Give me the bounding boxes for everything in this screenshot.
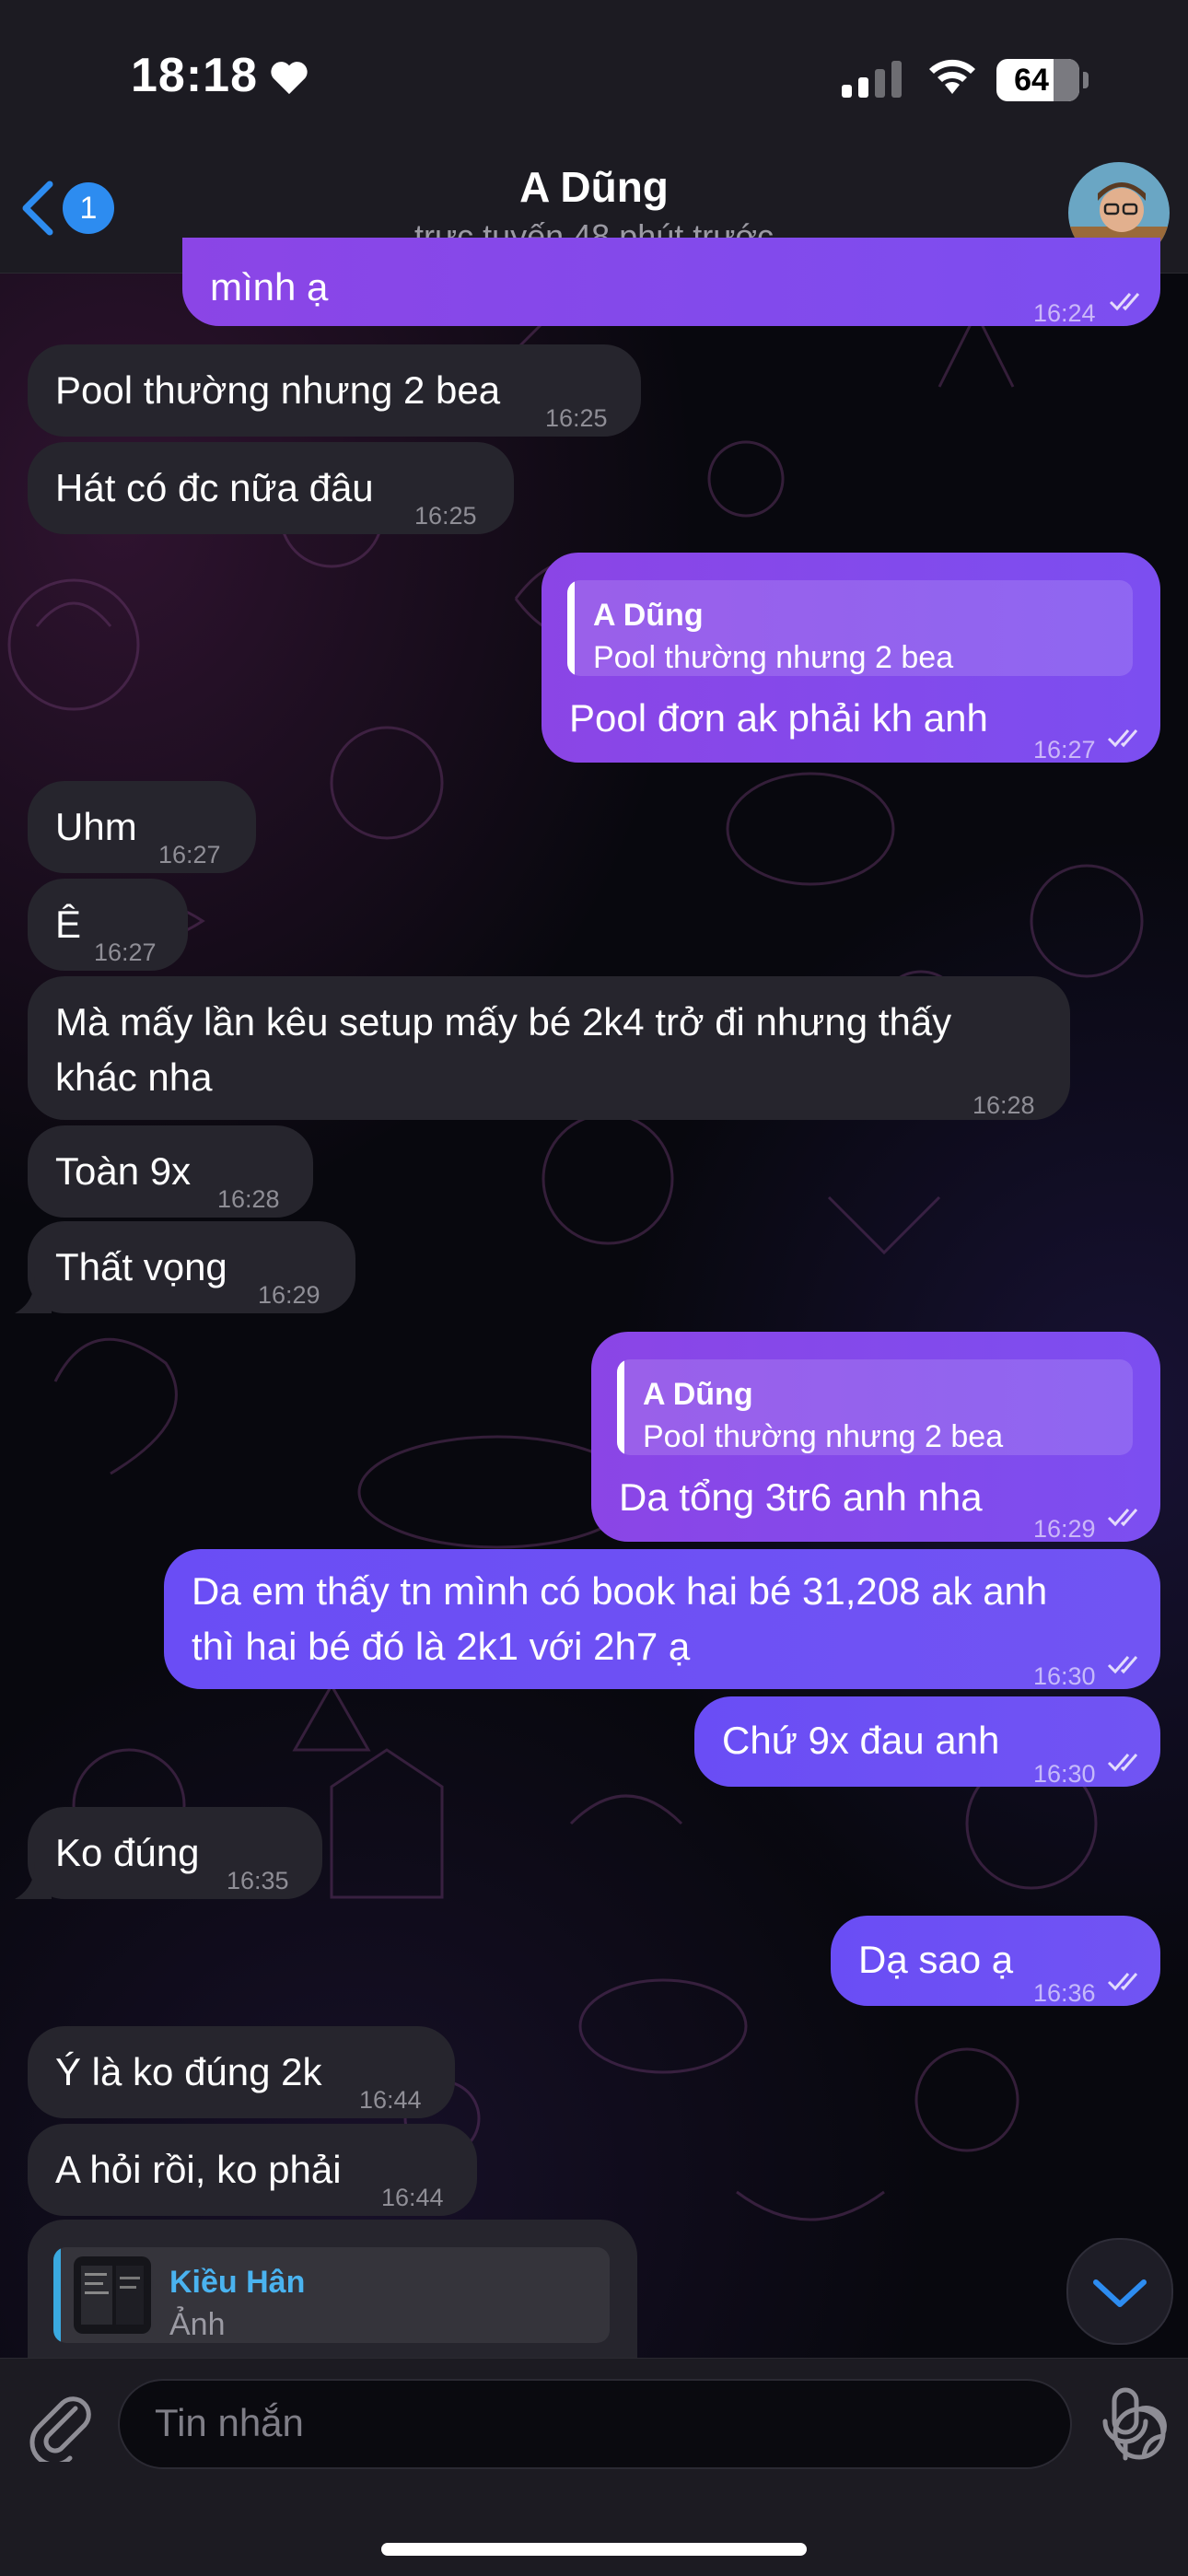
message-bubble-incoming[interactable]: Pool thường nhưng 2 bea 16:25 <box>28 344 641 437</box>
message-bubble-outgoing[interactable]: Chứ 9x đau anh 16:30 <box>694 1696 1160 1788</box>
read-checkmarks-icon <box>1107 1754 1138 1772</box>
message-bubble-outgoing[interactable]: mình ạ 16:24 <box>182 238 1160 327</box>
message-text: Da tổng 3tr6 anh nha <box>619 1475 983 1519</box>
message-bubble-incoming[interactable]: Uhm 16:27 <box>28 781 256 873</box>
message-text: Uhm <box>55 805 137 848</box>
message-text: Ý là ko đúng 2k <box>55 2050 322 2093</box>
cellular-signal-icon <box>842 61 902 98</box>
bubble-tail <box>15 1276 52 1313</box>
message-text: Hát có đc nữa đâu <box>55 466 374 509</box>
status-bar: 18:18 64 <box>0 0 1188 147</box>
message-text-line2: khác nha <box>55 1055 213 1099</box>
microphone-icon[interactable] <box>1098 2386 1153 2464</box>
message-text: Thất vọng <box>55 1245 227 1288</box>
battery-tip <box>1083 72 1089 88</box>
home-indicator <box>381 2543 807 2556</box>
message-input[interactable]: Tin nhắn <box>118 2379 1167 2469</box>
wifi-icon <box>929 59 975 94</box>
message-time: 16:27 <box>1033 736 1096 763</box>
chevron-down-icon <box>1093 2279 1147 2307</box>
message-time: 16:25 <box>414 502 477 530</box>
message-text-line2: thì hai bé đó là 2k1 với 2h7 ạ <box>192 1625 691 1668</box>
message-bubble-incoming[interactable]: Ko đúng 16:35 <box>15 1807 322 1899</box>
message-text: Toàn 9x <box>55 1149 192 1193</box>
reply-accent-bar <box>617 1359 624 1455</box>
message-time: 16:36 <box>1033 1979 1096 2007</box>
message-text: Ê <box>55 903 82 946</box>
reply-text: Pool thường nhưng 2 bea <box>643 1419 1004 1454</box>
reply-preview[interactable]: A Dũng Pool thường nhưng 2 bea <box>617 1359 1133 1455</box>
read-checkmarks-icon <box>1107 729 1138 748</box>
message-time: 16:25 <box>545 404 608 432</box>
reply-text: Ảnh <box>169 2307 226 2342</box>
message-bubble-incoming[interactable]: Ý là ko đúng 2k 16:44 <box>28 2026 455 2118</box>
battery-indicator: 64 <box>996 59 1079 101</box>
message-time: 16:28 <box>973 1091 1035 1119</box>
message-bubble-incoming[interactable]: Toàn 9x 16:28 <box>28 1125 313 1218</box>
heart-icon <box>271 62 308 95</box>
message-text: Pool thường nhưng 2 bea <box>55 368 501 412</box>
read-checkmarks-icon <box>1107 1656 1138 1674</box>
chat-title[interactable]: A Dũng <box>0 162 1188 212</box>
scroll-to-bottom-button[interactable] <box>1066 2238 1173 2345</box>
read-checkmarks-icon <box>1107 1973 1138 1991</box>
message-bubble-incoming[interactable]: Mà mấy lần kêu setup mấy bé 2k4 trở đi n… <box>28 976 1070 1120</box>
message-time: 16:28 <box>217 1185 280 1213</box>
message-bubble-incoming[interactable]: Ê 16:27 <box>28 879 188 971</box>
reply-accent-bar <box>53 2247 61 2343</box>
attach-paperclip-icon[interactable] <box>26 2388 96 2462</box>
message-time: 16:44 <box>359 2086 422 2114</box>
message-time: 16:27 <box>94 938 157 966</box>
message-time: 16:29 <box>258 1281 320 1309</box>
message-text: Chứ 9x đau anh <box>722 1719 1000 1762</box>
reply-image-thumbnail-icon <box>74 2256 151 2334</box>
reply-text: Pool thường nhưng 2 bea <box>593 640 954 675</box>
message-text: Dạ sao ạ <box>858 1938 1014 1981</box>
message-bubble-outgoing[interactable]: A Dũng Pool thường nhưng 2 bea Da tổng 3… <box>591 1332 1160 1543</box>
message-bubble-incoming[interactable]: Kiều Hân Ảnh <box>28 2220 637 2358</box>
message-bubble-outgoing[interactable]: Dạ sao ạ 16:36 <box>831 1916 1160 2007</box>
reply-preview[interactable]: Kiều Hân Ảnh <box>53 2247 610 2343</box>
message-text-line1: Mà mấy lần kêu setup mấy bé 2k4 trở đi n… <box>55 1000 952 1043</box>
read-checkmarks-icon <box>1109 293 1140 311</box>
message-text: A hỏi rồi, ko phải <box>55 2148 342 2191</box>
message-text: Pool đơn ak phải kh anh <box>569 696 988 740</box>
read-checkmarks-icon <box>1107 1509 1138 1527</box>
message-time: 16:29 <box>1033 1515 1096 1543</box>
message-input-placeholder: Tin nhắn <box>155 2401 304 2444</box>
message-text: Ko đúng <box>55 1831 200 1874</box>
status-time: 18:18 <box>131 49 258 102</box>
message-bubble-outgoing[interactable]: A Dũng Pool thường nhưng 2 bea Pool đơn … <box>542 553 1160 763</box>
message-time: 16:27 <box>158 841 221 868</box>
message-bubble-incoming[interactable]: Hát có đc nữa đâu 16:25 <box>28 442 514 534</box>
message-time: 16:44 <box>381 2184 444 2211</box>
message-bubble-incoming[interactable]: Thất vọng 16:29 <box>15 1221 355 1313</box>
reply-preview[interactable]: A Dũng Pool thường nhưng 2 bea <box>567 580 1133 676</box>
message-composer: Tin nhắn <box>0 2358 1188 2576</box>
message-text: mình ạ <box>210 265 329 309</box>
bubble-tail <box>15 1862 52 1899</box>
message-time: 16:24 <box>1033 299 1096 327</box>
message-bubble-incoming[interactable]: A hỏi rồi, ko phải 16:44 <box>28 2124 477 2216</box>
message-bubble-outgoing[interactable]: Da em thấy tn mình có book hai bé 31,208… <box>164 1549 1160 1690</box>
message-time: 16:30 <box>1033 1662 1096 1690</box>
message-time: 16:30 <box>1033 1760 1096 1788</box>
message-time: 16:35 <box>227 1867 289 1894</box>
reply-accent-bar <box>567 580 575 676</box>
message-text-line1: Da em thấy tn mình có book hai bé 31,208… <box>192 1569 1048 1613</box>
